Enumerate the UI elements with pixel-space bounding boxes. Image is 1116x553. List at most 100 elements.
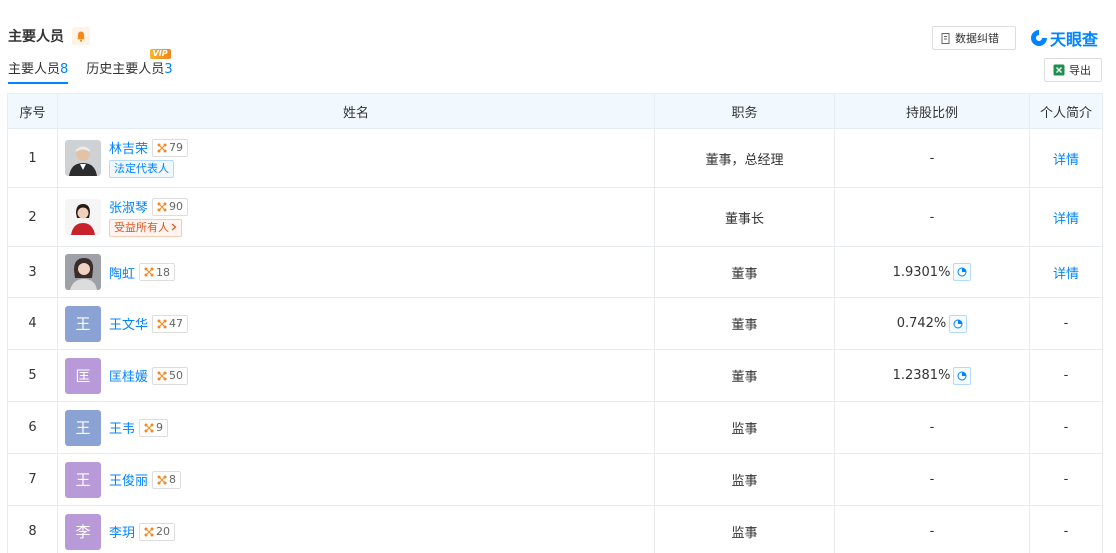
row-title: 监事 xyxy=(654,453,835,506)
section-header: 主要人员 xyxy=(8,26,90,46)
row-ratio: - xyxy=(834,401,1030,454)
row-ratio: - xyxy=(834,505,1030,553)
network-icon xyxy=(144,267,154,277)
person-name-link[interactable]: 林吉荣 xyxy=(109,138,148,157)
person-name-link[interactable]: 匡桂媛 xyxy=(109,366,148,385)
table-header-row: 序号 姓名 职务 持股比例 个人简介 xyxy=(7,93,1103,129)
relation-score[interactable]: 50 xyxy=(152,366,189,385)
avatar-photo[interactable] xyxy=(65,199,101,235)
profile-detail-link[interactable]: 详情 xyxy=(1053,267,1079,282)
row-title: 监事 xyxy=(654,505,835,553)
row-profile: - xyxy=(1029,349,1103,402)
network-icon xyxy=(157,143,167,152)
data-correction-button[interactable]: 数据纠错 xyxy=(932,26,1016,50)
row-index: 4 xyxy=(7,297,58,350)
avatar-initial[interactable]: 王 xyxy=(65,409,101,446)
table-row: 6 王 王韦 9 监事 - - xyxy=(7,401,1103,454)
avatar-initial[interactable]: 王 xyxy=(65,461,101,498)
row-ratio: 1.2381% xyxy=(892,368,951,383)
bell-icon[interactable] xyxy=(72,27,90,45)
relation-score[interactable]: 79 xyxy=(152,138,189,157)
row-title: 董事 xyxy=(654,246,835,298)
person-name-link[interactable]: 李玥 xyxy=(109,522,135,541)
export-label: 导出 xyxy=(1069,64,1091,77)
beneficial-owner-tag[interactable]: 受益所有人 xyxy=(109,219,182,237)
network-icon xyxy=(144,527,154,536)
network-icon xyxy=(144,423,154,432)
col-profile: 个人简介 xyxy=(1029,93,1103,129)
table-row: 7 王 王俊丽 8 监事 - - xyxy=(7,453,1103,506)
row-index: 5 xyxy=(7,349,58,402)
pie-chart-icon[interactable] xyxy=(953,366,972,385)
export-button[interactable]: 导出 xyxy=(1044,58,1102,82)
relation-score[interactable]: 20 xyxy=(139,522,176,541)
correction-label: 数据纠错 xyxy=(955,32,999,45)
row-index: 1 xyxy=(7,128,58,188)
person-name-link[interactable]: 陶虹 xyxy=(109,263,135,282)
pie-chart-icon[interactable] xyxy=(949,314,968,333)
tab-count: 3 xyxy=(164,62,173,77)
row-profile: - xyxy=(1029,297,1103,350)
relation-score[interactable]: 47 xyxy=(152,314,189,333)
relation-score[interactable]: 8 xyxy=(152,470,182,489)
tab-bar: 主要人员8 VIP 历史主要人员3 xyxy=(8,49,191,84)
row-index: 3 xyxy=(7,246,58,298)
pie-chart-icon[interactable] xyxy=(953,263,972,281)
col-ratio: 持股比例 xyxy=(834,93,1030,129)
logo-text: 天眼查 xyxy=(1050,30,1099,49)
col-title: 职务 xyxy=(654,93,835,129)
tab-label: 历史主要人员 xyxy=(86,62,165,77)
tab-history-personnel[interactable]: VIP 历史主要人员3 xyxy=(86,49,173,84)
row-title: 董事 xyxy=(654,349,835,402)
relation-score[interactable]: 9 xyxy=(139,418,169,437)
table-row: 8 李 李玥 20 监事 - - xyxy=(7,505,1103,553)
row-profile: - xyxy=(1029,505,1103,553)
logo-icon xyxy=(1031,30,1047,46)
profile-detail-link[interactable]: 详情 xyxy=(1053,153,1079,168)
row-ratio: 1.9301% xyxy=(892,264,951,280)
excel-icon xyxy=(1053,64,1065,76)
section-title: 主要人员 xyxy=(8,29,64,45)
row-ratio: - xyxy=(834,453,1030,506)
network-icon xyxy=(157,319,167,328)
row-index: 7 xyxy=(7,453,58,506)
avatar-initial[interactable]: 李 xyxy=(65,513,101,550)
person-name-link[interactable]: 张淑琴 xyxy=(109,197,148,216)
table-row: 3 陶虹 18 董事 1.9301% 详情 xyxy=(7,246,1103,298)
table-row: 2 张淑琴 90 受益所有人 董事长 - 详情 xyxy=(7,187,1103,247)
tab-count: 8 xyxy=(60,62,69,77)
profile-detail-link[interactable]: 详情 xyxy=(1053,212,1079,227)
row-title: 董事 xyxy=(654,297,835,350)
row-index: 8 xyxy=(7,505,58,553)
avatar-initial[interactable]: 王 xyxy=(65,305,101,342)
person-name-link[interactable]: 王文华 xyxy=(109,314,148,333)
person-name-link[interactable]: 王韦 xyxy=(109,418,135,437)
relation-score[interactable]: 18 xyxy=(139,263,176,281)
table-row: 1 林吉荣 79 法定代表人 董事，总经理 - 详情 xyxy=(7,128,1103,188)
tab-main-personnel[interactable]: 主要人员8 xyxy=(8,58,69,84)
row-index: 6 xyxy=(7,401,58,454)
personnel-table: 序号 姓名 职务 持股比例 个人简介 1 林吉荣 79 法定代表人 董事，总经理… xyxy=(7,93,1103,553)
vip-badge: VIP xyxy=(149,49,171,59)
network-icon xyxy=(157,202,167,211)
row-ratio: 0.742% xyxy=(896,316,947,331)
tab-label: 主要人员 xyxy=(8,62,61,77)
avatar-photo[interactable] xyxy=(65,254,101,290)
row-title: 董事长 xyxy=(654,187,835,247)
network-icon xyxy=(157,371,167,380)
row-title: 董事，总经理 xyxy=(654,128,835,188)
relation-score[interactable]: 90 xyxy=(152,197,189,216)
legal-rep-tag[interactable]: 法定代表人 xyxy=(109,160,174,178)
table-row: 4 王 王文华 47 董事 0.742% - xyxy=(7,297,1103,350)
network-icon xyxy=(157,475,167,484)
chevron-right-icon xyxy=(171,223,177,231)
person-name-link[interactable]: 王俊丽 xyxy=(109,470,148,489)
row-ratio: - xyxy=(834,128,1030,188)
avatar-initial[interactable]: 匡 xyxy=(65,357,101,394)
edit-doc-icon xyxy=(941,32,950,44)
row-profile: - xyxy=(1029,453,1103,506)
row-index: 2 xyxy=(7,187,58,247)
avatar-photo[interactable] xyxy=(65,140,101,176)
row-profile: - xyxy=(1029,401,1103,454)
tianyancha-logo: 天眼查 xyxy=(1030,26,1098,50)
